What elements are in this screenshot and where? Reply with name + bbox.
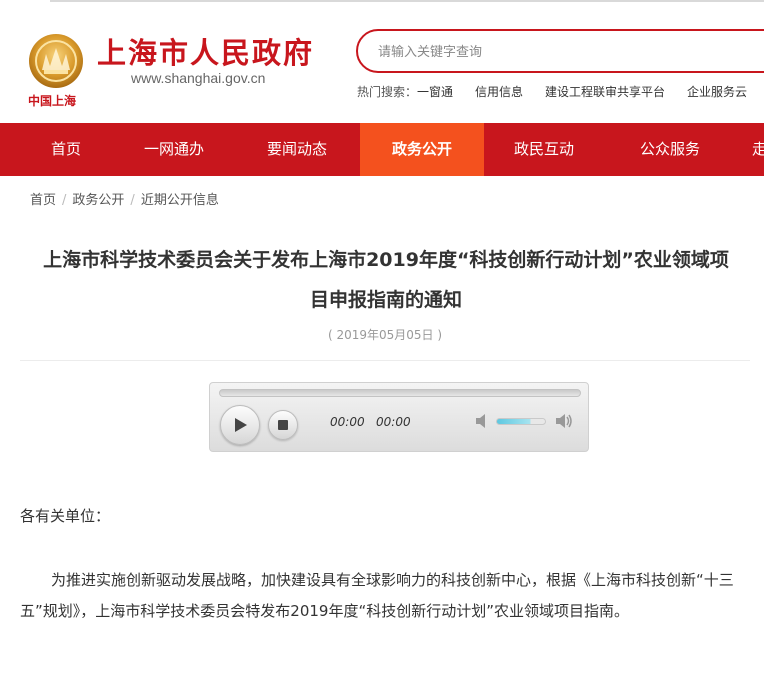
hot-link-yichuangtong[interactable]: 一窗通 — [417, 83, 453, 100]
article-title-line-1: 上海市科学技术委员会关于发布上海市2019年度“科技创新行动计划”农业领域项 — [43, 249, 729, 271]
shanghai-emblem-icon[interactable] — [24, 32, 88, 90]
salutation: 各有关单位： — [20, 507, 111, 525]
article-title: 上海市科学技术委员会关于发布上海市2019年度“科技创新行动计划”农业领域项 目… — [16, 240, 756, 320]
hot-search-label: 热门搜索： — [357, 85, 418, 99]
mute-icon[interactable] — [474, 412, 492, 434]
nav-gov-affairs[interactable]: 政务公开 — [360, 123, 484, 176]
breadcrumb-gov-affairs[interactable]: 政务公开 — [72, 193, 124, 208]
breadcrumb-recent-info[interactable]: 近期公开信息 — [141, 193, 219, 208]
duration: 00:00 — [376, 415, 411, 429]
volume-max-icon[interactable] — [554, 412, 574, 434]
logo-caption: 中国上海 — [28, 94, 77, 108]
play-button[interactable] — [220, 405, 260, 445]
hot-link-construction-platform[interactable]: 建设工程联审共享平台 — [545, 83, 665, 100]
audio-progress-bar[interactable] — [219, 389, 581, 397]
article-paragraph: 为推进实施创新驱动发展战略，加快建设具有全球影响力的科技创新中心，根据《上海市科… — [20, 571, 734, 620]
site-title[interactable]: 上海市人民政府 — [97, 30, 314, 72]
top-border — [50, 0, 764, 2]
search-box — [356, 29, 764, 73]
article-title-line-2: 目申报指南的通知 — [309, 289, 462, 311]
divider — [20, 360, 750, 361]
nav-news[interactable]: 要闻动态 — [255, 123, 339, 176]
volume-slider[interactable] — [496, 418, 546, 425]
nav-home[interactable]: 首页 — [24, 123, 108, 176]
play-icon — [235, 418, 247, 432]
hot-link-credit-info[interactable]: 信用信息 — [475, 83, 523, 100]
main-nav: 首页 一网通办 要闻动态 政务公开 政民互动 公众服务 走 — [0, 123, 764, 176]
breadcrumb: 首页 / 政务公开 / 近期公开信息 — [30, 193, 219, 208]
search-input[interactable] — [378, 41, 758, 63]
nav-more[interactable]: 走 — [752, 123, 764, 176]
nav-interaction[interactable]: 政民互动 — [502, 123, 586, 176]
audio-player: 00:00 00:00 — [209, 382, 589, 452]
nav-public-service[interactable]: 公众服务 — [628, 123, 712, 176]
hot-link-enterprise-cloud[interactable]: 企业服务云 — [687, 83, 747, 100]
breadcrumb-home[interactable]: 首页 — [30, 193, 56, 208]
nav-one-stop[interactable]: 一网通办 — [132, 123, 216, 176]
current-time: 00:00 — [330, 415, 365, 429]
stop-icon — [278, 420, 288, 430]
article-date: ( 2019年05月05日 ) — [327, 328, 443, 342]
site-url: www.shanghai.gov.cn — [131, 70, 266, 86]
stop-button[interactable] — [268, 410, 298, 440]
